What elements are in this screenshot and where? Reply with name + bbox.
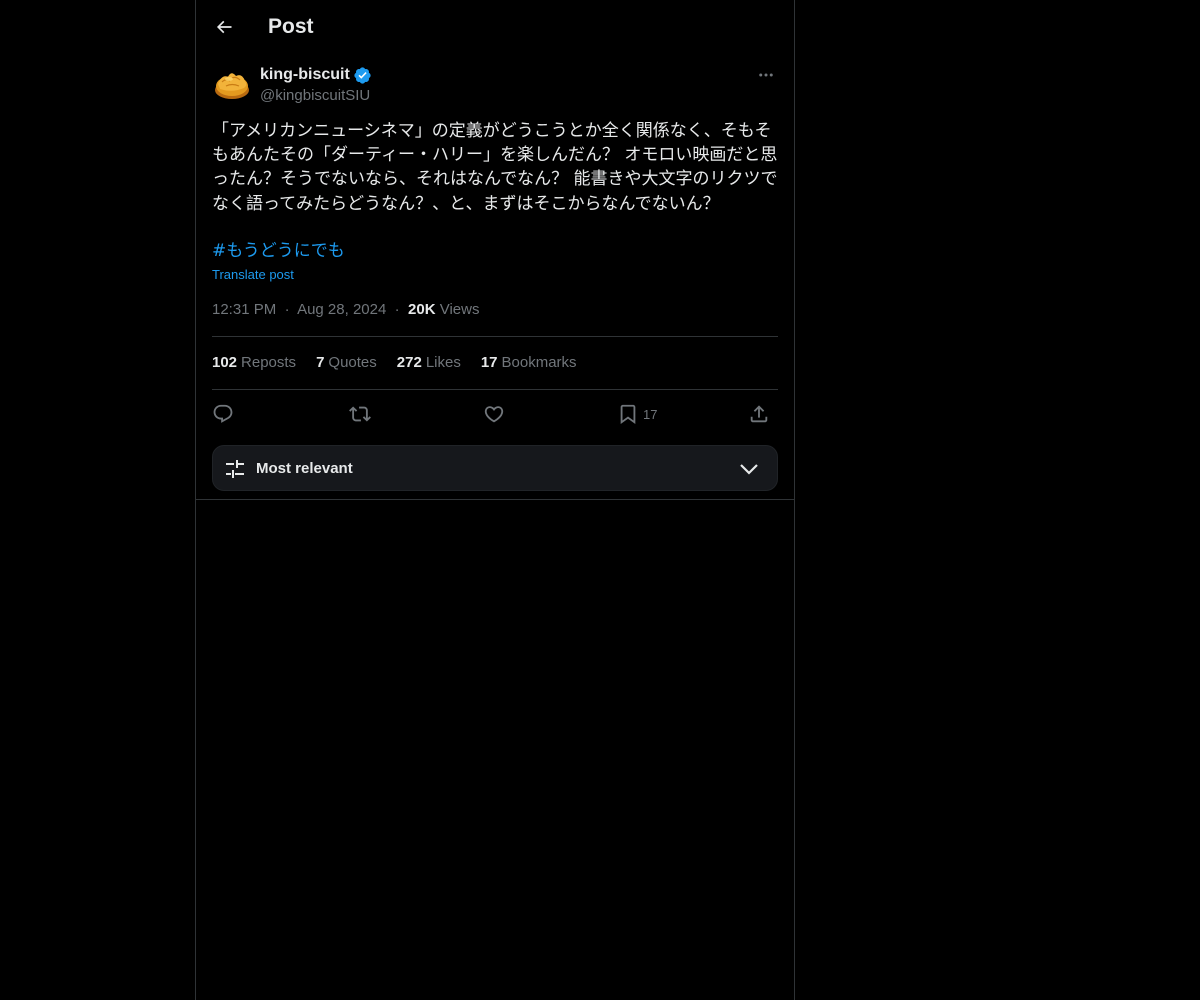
main-column: Post king-biscuit @kingbiscuitSIU 「アメリカン…	[195, 0, 795, 1000]
more-dots-icon	[759, 73, 773, 77]
hashtag-link[interactable]: #もうどうにでも	[212, 240, 345, 262]
tweet-text: 「アメリカンニューシネマ」の定義がどうこうとか全く関係なく、そもそもあんたその「…	[212, 121, 778, 214]
chevron-down-icon	[740, 464, 758, 475]
heart-icon	[484, 406, 504, 423]
biscuit-avatar-icon	[212, 64, 252, 104]
author-handle[interactable]: @kingbiscuitSIU	[260, 86, 370, 106]
page-title: Post	[268, 15, 314, 38]
views-label: Views	[439, 301, 480, 318]
repost-button[interactable]	[349, 398, 371, 430]
arrow-left-icon	[216, 20, 232, 34]
more-options-button[interactable]	[754, 64, 778, 86]
meta-separator: ·	[284, 301, 290, 318]
avatar[interactable]	[212, 64, 252, 104]
bookmarks-stat[interactable]: 17 Bookmarks	[481, 353, 577, 373]
sort-label: Most relevant	[256, 460, 353, 477]
sliders-icon	[226, 460, 244, 478]
bookmark-count: 17	[643, 406, 658, 422]
bookmark-icon	[620, 404, 636, 425]
tweet-time[interactable]: 12:31 PM	[212, 301, 276, 318]
action-bar: 17	[212, 398, 778, 430]
reply-icon	[213, 404, 233, 423]
back-button[interactable]	[208, 11, 240, 43]
translate-post-link[interactable]: Translate post	[212, 266, 294, 284]
engagement-stats: 102 Reposts 7 Quotes 272 Likes 17 Bookmarks	[212, 353, 597, 373]
repost-icon	[349, 406, 371, 422]
divider	[212, 389, 778, 390]
share-button[interactable]	[748, 398, 770, 430]
meta-separator: ·	[394, 301, 400, 318]
author-name[interactable]: king-biscuit	[260, 65, 372, 85]
author-name-text[interactable]: king-biscuit	[260, 65, 350, 85]
like-button[interactable]	[483, 398, 505, 430]
share-icon	[750, 405, 768, 423]
page-header: Post	[196, 0, 794, 54]
verified-badge-icon[interactable]	[353, 66, 372, 85]
section-divider	[196, 499, 794, 500]
tweet-meta: 12:31 PM · Aug 28, 2024 · 20K Views	[212, 300, 479, 320]
quotes-stat[interactable]: 7 Quotes	[316, 353, 377, 373]
views-count: 20K	[408, 301, 436, 318]
tweet-date[interactable]: Aug 28, 2024	[297, 301, 386, 318]
bookmark-button[interactable]: 17	[617, 398, 657, 430]
reposts-stat[interactable]: 102 Reposts	[212, 353, 296, 373]
author-block: king-biscuit @kingbiscuitSIU	[212, 64, 778, 108]
likes-stat[interactable]: 272 Likes	[397, 353, 461, 373]
reply-button[interactable]	[212, 398, 234, 430]
reply-sort-dropdown[interactable]: Most relevant	[212, 445, 778, 491]
divider	[212, 336, 778, 337]
